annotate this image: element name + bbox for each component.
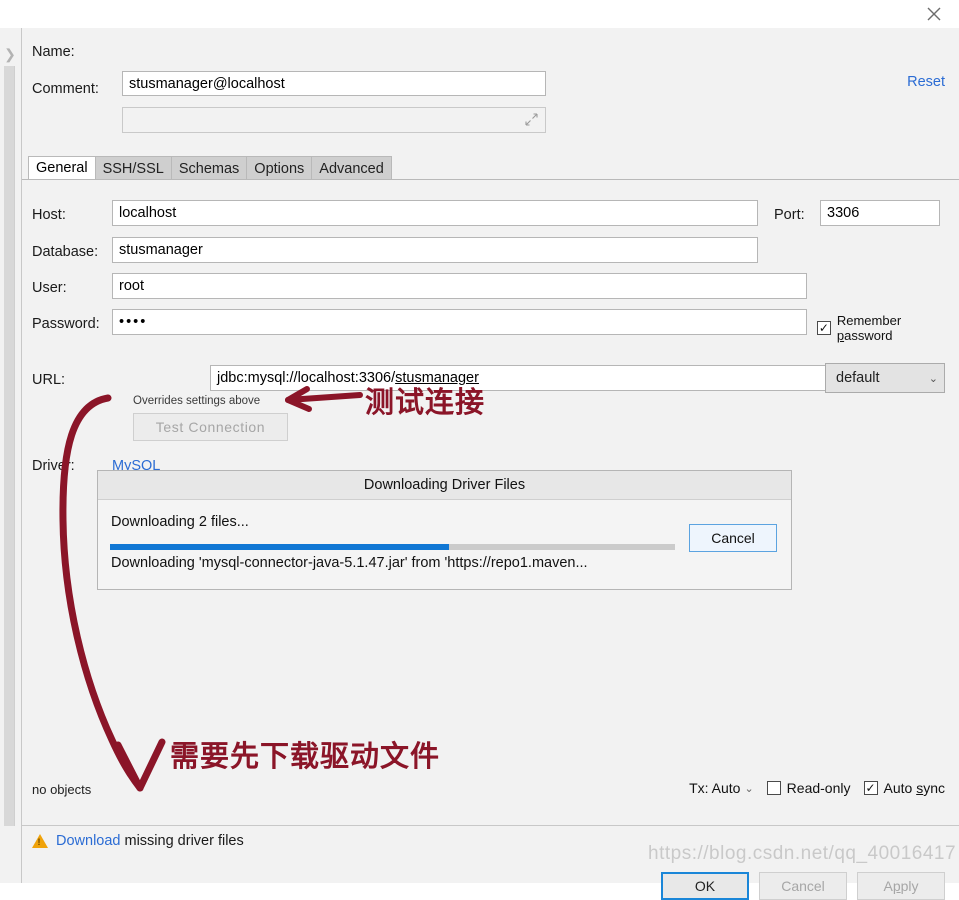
url-text: jdbc:mysql://localhost:3306/ bbox=[217, 370, 396, 386]
comment-label: Comment: bbox=[32, 81, 99, 97]
download-dialog-title: Downloading Driver Files bbox=[98, 471, 791, 500]
download-progress-fill bbox=[110, 544, 449, 550]
password-label: Password: bbox=[32, 316, 100, 332]
tx-dropdown[interactable]: Tx: Auto ⌄ bbox=[689, 780, 754, 796]
name-row: Name: bbox=[32, 44, 122, 60]
tx-label: Tx: Auto bbox=[689, 780, 741, 796]
driver-label: Driver: bbox=[32, 458, 75, 474]
footer-buttons: OK Cancel Apply bbox=[661, 872, 945, 900]
password-input[interactable] bbox=[112, 309, 807, 335]
remember-password-checkbox[interactable]: ✓ bbox=[817, 321, 831, 335]
download-status-line: Downloading 2 files... bbox=[111, 514, 249, 530]
connection-settings-dialog: ❯ Name: Reset Comment: General bbox=[0, 0, 959, 900]
database-input[interactable] bbox=[112, 237, 758, 263]
missing-driver-text: missing driver files bbox=[124, 833, 244, 849]
chevron-down-icon: ⌄ bbox=[744, 782, 754, 795]
apply-label: Apply bbox=[883, 878, 919, 894]
url-hint: Overrides settings above bbox=[133, 395, 261, 407]
read-only-checkbox[interactable] bbox=[766, 781, 781, 795]
no-objects-label: no objects bbox=[32, 782, 92, 797]
test-connection-button[interactable]: Test Connection bbox=[133, 413, 288, 441]
read-only-row[interactable]: Read-only bbox=[766, 780, 851, 796]
chevron-right-icon[interactable]: ❯ bbox=[1, 45, 19, 63]
cancel-button[interactable]: Cancel bbox=[759, 872, 847, 900]
read-only-label: Read-only bbox=[786, 780, 851, 796]
remember-password-row[interactable]: ✓ Remember password bbox=[817, 313, 959, 343]
download-detail-line: Downloading 'mysql-connector-java-5.1.47… bbox=[111, 555, 588, 571]
apply-button[interactable]: Apply bbox=[857, 872, 945, 900]
left-rail: ❯ bbox=[0, 28, 22, 883]
name-label: Name: bbox=[32, 44, 75, 60]
url-db-name: stusmanager bbox=[395, 370, 479, 386]
close-icon[interactable] bbox=[921, 2, 947, 26]
tab-schemas[interactable]: Schemas bbox=[170, 156, 248, 180]
url-input[interactable]: jdbc:mysql://localhost:3306/stusmanager bbox=[210, 365, 915, 391]
title-bar bbox=[0, 0, 959, 28]
user-input[interactable] bbox=[112, 273, 807, 299]
tab-ssh-ssl[interactable]: SSH/SSL bbox=[94, 156, 172, 180]
chevron-down-icon: ⌄ bbox=[928, 372, 938, 385]
auto-sync-checkbox[interactable]: ✓ bbox=[863, 781, 878, 795]
tab-bar: General SSH/SSL Schemas Options Advanced bbox=[28, 156, 392, 180]
tab-options[interactable]: Options bbox=[246, 156, 313, 180]
tab-advanced[interactable]: Advanced bbox=[311, 156, 392, 180]
host-input[interactable] bbox=[112, 200, 758, 226]
downloading-driver-files-dialog: Downloading Driver Files Downloading 2 f… bbox=[97, 470, 792, 590]
remember-password-label: Remember password bbox=[836, 313, 902, 343]
name-input[interactable] bbox=[122, 71, 546, 96]
warning-triangle-icon bbox=[32, 834, 48, 848]
auto-sync-label: Auto sync bbox=[883, 780, 946, 796]
scrollbar[interactable] bbox=[4, 66, 15, 826]
download-progress-bar bbox=[110, 544, 675, 550]
comment-row: Comment: bbox=[32, 81, 122, 97]
user-label: User: bbox=[32, 280, 67, 296]
url-mode-dropdown[interactable]: default ⌄ bbox=[825, 363, 945, 393]
host-label: Host: bbox=[32, 207, 66, 223]
dialog-body: ❯ Name: Reset Comment: General bbox=[0, 28, 959, 900]
database-label: Database: bbox=[32, 244, 99, 260]
port-label: Port: bbox=[774, 207, 805, 223]
reset-link[interactable]: Reset bbox=[907, 74, 945, 90]
bottom-divider bbox=[22, 825, 959, 826]
status-bar-right: Tx: Auto ⌄ Read-only ✓ Auto sync bbox=[689, 780, 945, 796]
port-input[interactable] bbox=[820, 200, 940, 226]
ok-button[interactable]: OK bbox=[661, 872, 749, 900]
url-mode-value: default bbox=[836, 370, 880, 386]
auto-sync-row[interactable]: ✓ Auto sync bbox=[863, 780, 946, 796]
download-dialog-body: Downloading 2 files... Downloading 'mysq… bbox=[98, 500, 791, 590]
download-cancel-button[interactable]: Cancel bbox=[689, 524, 777, 552]
missing-driver-warning: Download missing driver files bbox=[32, 833, 244, 849]
url-label: URL: bbox=[32, 372, 66, 388]
download-driver-link[interactable]: Download bbox=[56, 833, 121, 849]
tab-general[interactable]: General bbox=[28, 156, 96, 180]
comment-input[interactable] bbox=[122, 107, 546, 133]
expand-diagonal-icon[interactable] bbox=[525, 113, 538, 129]
